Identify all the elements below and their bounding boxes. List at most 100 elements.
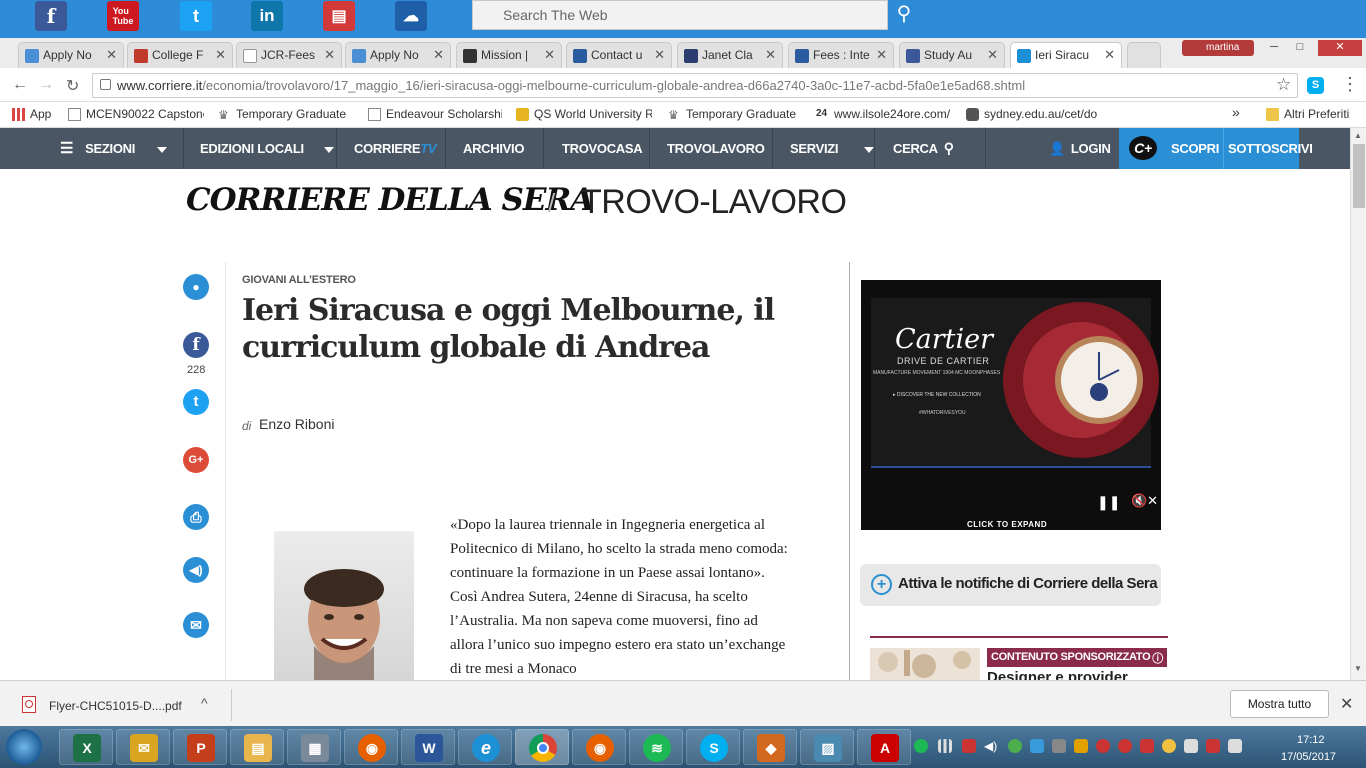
close-icon[interactable]: ✕ bbox=[1104, 47, 1115, 63]
volume-icon[interactable]: ◀) bbox=[984, 739, 998, 753]
email-icon[interactable]: ✉ bbox=[183, 612, 209, 638]
tab-ieri-siracusa[interactable]: Ieri Siracu ✕ bbox=[1010, 42, 1122, 68]
matlab-taskbar-button[interactable]: ◆ bbox=[743, 729, 797, 765]
close-window-icon[interactable]: ✕ bbox=[1318, 40, 1362, 56]
youtube-icon[interactable]: You Tube bbox=[107, 1, 139, 31]
tab-fees[interactable]: Fees : Inte ✕ bbox=[788, 42, 894, 68]
battery-warning-icon[interactable] bbox=[962, 739, 976, 753]
photos-taskbar-button[interactable]: ▨ bbox=[800, 729, 854, 765]
search-icon[interactable]: ⚲ bbox=[888, 0, 920, 30]
ad-expand-label[interactable]: CLICK TO EXPAND bbox=[967, 520, 1047, 529]
tab-contact[interactable]: Contact u ✕ bbox=[566, 42, 672, 68]
skype-taskbar-button[interactable]: S bbox=[686, 729, 740, 765]
calculator-taskbar-button[interactable]: ▦ bbox=[287, 729, 341, 765]
nav-corriere-tv[interactable]: CORRIERETV bbox=[354, 128, 437, 169]
clock-date[interactable]: 17/05/2017 bbox=[1281, 751, 1336, 763]
bookmark-other-folder[interactable]: Altri Preferiti bbox=[1266, 107, 1349, 121]
close-icon[interactable]: ✕ bbox=[654, 47, 665, 63]
bookmark-temporary-graduate-1[interactable]: ♛ Temporary Graduate bbox=[218, 107, 352, 121]
tray-app-icon[interactable] bbox=[1052, 739, 1066, 753]
tray-chat-icon[interactable] bbox=[1096, 739, 1110, 753]
excel-taskbar-button[interactable]: X bbox=[59, 729, 113, 765]
mail-taskbar-button[interactable]: ✉ bbox=[116, 729, 170, 765]
tab-college[interactable]: College F ✕ bbox=[127, 42, 233, 68]
weather-icon[interactable]: ☁ bbox=[395, 1, 427, 31]
sponsored-title[interactable]: Designer e provider bbox=[987, 669, 1167, 680]
notifications-button[interactable]: + Attiva le notifiche di Corriere della … bbox=[860, 564, 1161, 606]
nav-sottoscrivi[interactable]: SOTTOSCRIVI bbox=[1223, 128, 1313, 169]
bookmarks-more-button[interactable]: » bbox=[1232, 104, 1240, 120]
close-icon[interactable]: ✕ bbox=[106, 47, 117, 63]
reload-icon[interactable]: ↻ bbox=[66, 76, 79, 96]
scroll-down-icon[interactable]: ▼ bbox=[1354, 664, 1362, 673]
gplus-share-icon[interactable]: G+ bbox=[183, 447, 209, 473]
section-title[interactable]: TROVO-LAVORO bbox=[581, 183, 847, 222]
powerpoint-taskbar-button[interactable]: P bbox=[173, 729, 227, 765]
tray-monitor-icon[interactable] bbox=[1228, 739, 1242, 753]
page-scrollbar[interactable]: ▲ ▼ bbox=[1350, 128, 1366, 680]
ad-mute-icon[interactable]: 🔇✕ bbox=[1131, 493, 1158, 509]
nav-scopri[interactable]: C+ SCOPRI bbox=[1119, 128, 1223, 169]
info-icon[interactable]: ⓘ bbox=[1152, 650, 1163, 666]
network-signal-icon[interactable] bbox=[938, 739, 952, 753]
app-tray-icon[interactable] bbox=[1008, 739, 1022, 753]
tray-acrobat-icon[interactable] bbox=[1140, 739, 1154, 753]
bookmark-sydney-edu[interactable]: sydney.edu.au/cet/do bbox=[966, 107, 1102, 121]
article-kicker[interactable]: GIOVANI ALL’ESTERO bbox=[242, 274, 356, 286]
audio-icon[interactable]: ◀) bbox=[183, 557, 209, 583]
tab-apply-now-2[interactable]: Apply No ✕ bbox=[345, 42, 451, 68]
ad-cta[interactable]: ▸ DISCOVER THE NEW COLLECTION bbox=[893, 392, 981, 398]
nav-cerca[interactable]: CERCA ⚲ bbox=[893, 128, 954, 169]
twitter-share-icon[interactable]: t bbox=[183, 389, 209, 415]
firefox2-taskbar-button[interactable]: ◉ bbox=[572, 729, 626, 765]
search-input[interactable]: Search The Web bbox=[472, 0, 888, 30]
bookmark-mcen90022[interactable]: MCEN90022 Capstone bbox=[68, 107, 204, 121]
dropbox-icon[interactable] bbox=[1030, 739, 1044, 753]
twitter-icon[interactable]: t bbox=[180, 1, 212, 31]
ie-taskbar-button[interactable]: e bbox=[458, 729, 512, 765]
tab-mission[interactable]: Mission | ✕ bbox=[456, 42, 562, 68]
news-icon[interactable]: ▤ bbox=[323, 1, 355, 31]
nav-trovocasa[interactable]: TROVOCASA bbox=[562, 128, 643, 169]
skype-extension-icon[interactable]: S bbox=[1307, 77, 1324, 94]
scroll-up-icon[interactable]: ▲ bbox=[1354, 131, 1362, 140]
acrobat-taskbar-button[interactable]: A bbox=[857, 729, 911, 765]
maximize-icon[interactable]: □ bbox=[1288, 40, 1312, 56]
firefox-taskbar-button[interactable]: ◉ bbox=[344, 729, 398, 765]
show-all-button[interactable]: Mostra tutto bbox=[1230, 690, 1329, 718]
close-icon[interactable]: ✕ bbox=[433, 47, 444, 63]
bookmark-endeavour[interactable]: Endeavour Scholarship bbox=[368, 107, 502, 121]
facebook-share-icon[interactable]: f bbox=[183, 332, 209, 358]
windows-start-icon[interactable] bbox=[6, 729, 42, 765]
article-author[interactable]: Enzo Riboni bbox=[259, 416, 335, 432]
minimize-icon[interactable]: ─ bbox=[1262, 40, 1286, 56]
close-icon[interactable]: ✕ bbox=[324, 47, 335, 63]
facebook-icon[interactable]: f bbox=[35, 1, 67, 31]
cartier-advertisement[interactable]: Cartier DRIVE DE CARTIER MANUFACTURE MOV… bbox=[861, 280, 1161, 530]
nav-login[interactable]: 👤 LOGIN bbox=[1049, 128, 1111, 169]
window-user-badge[interactable]: martina bbox=[1182, 40, 1254, 56]
bookmark-ilsole24ore[interactable]: 24 www.ilsole24ore.com/ bbox=[816, 107, 952, 121]
close-icon[interactable]: ✕ bbox=[1340, 694, 1353, 714]
tray-device-icon[interactable] bbox=[1184, 739, 1198, 753]
corriere-logo[interactable]: CORRIERE DELLA SERA bbox=[186, 182, 594, 218]
forward-icon[interactable]: → bbox=[38, 76, 54, 94]
nav-trovolavoro[interactable]: TROVOLAVORO bbox=[667, 128, 765, 169]
spotify-taskbar-button[interactable]: ≋ bbox=[629, 729, 683, 765]
print-icon[interactable]: ⎙ bbox=[183, 504, 209, 530]
new-tab-button[interactable] bbox=[1127, 42, 1161, 68]
nav-edizioni-locali[interactable]: EDIZIONI LOCALI bbox=[200, 128, 334, 169]
tab-jcr-fees[interactable]: JCR-Fees ✕ bbox=[236, 42, 342, 68]
bookmark-temporary-graduate-2[interactable]: ♛ Temporary Graduate bbox=[668, 107, 802, 121]
nav-servizi[interactable]: SERVIZI bbox=[790, 128, 875, 169]
tab-janet-clarke[interactable]: Janet Cla ✕ bbox=[677, 42, 783, 68]
menu-icon[interactable]: ⋮ bbox=[1341, 74, 1359, 95]
tab-study-au[interactable]: Study Au ✕ bbox=[899, 42, 1005, 68]
tab-apply-now-1[interactable]: Apply No ✕ bbox=[18, 42, 124, 68]
comment-icon[interactable]: ● bbox=[183, 274, 209, 300]
close-icon[interactable]: ✕ bbox=[876, 47, 887, 63]
close-icon[interactable]: ✕ bbox=[987, 47, 998, 63]
spotify-tray-icon[interactable] bbox=[914, 739, 928, 753]
bookmark-apps[interactable]: App bbox=[12, 107, 51, 121]
nav-archivio[interactable]: ARCHIVIO bbox=[463, 128, 524, 169]
